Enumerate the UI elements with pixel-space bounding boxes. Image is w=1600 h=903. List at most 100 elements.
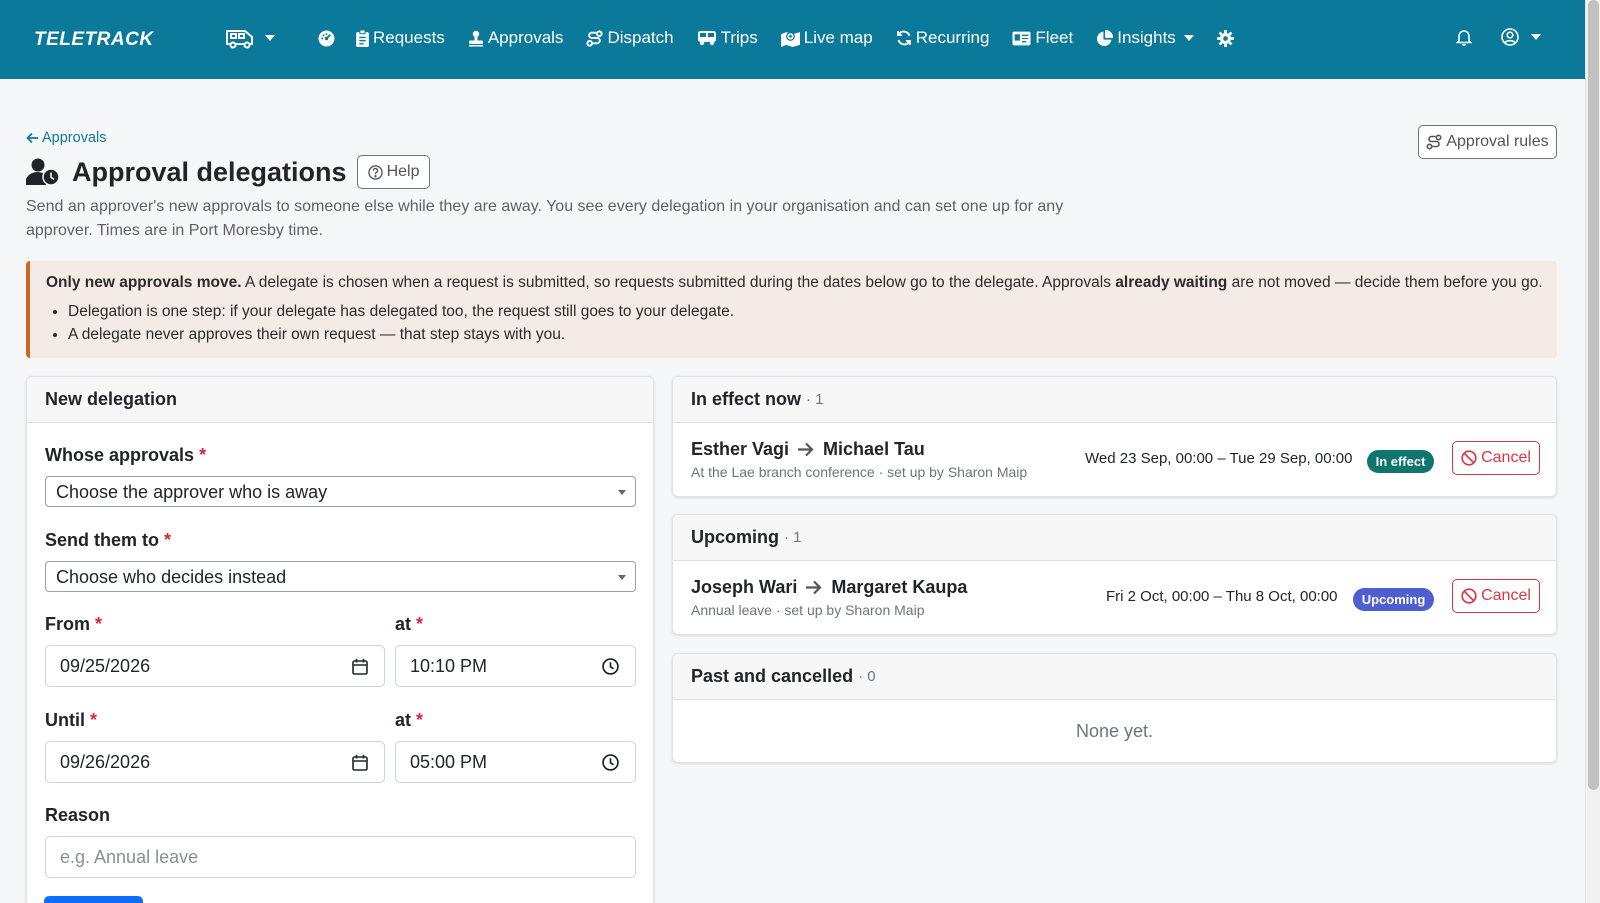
section-title: Upcoming — [691, 527, 779, 547]
route-icon — [1426, 134, 1442, 150]
help-label: Help — [386, 163, 420, 180]
back-to-approvals-link[interactable]: Approvals — [26, 130, 106, 146]
delegation-names: Esther Vagi Michael Tau — [691, 439, 925, 460]
nav-label: Live map — [803, 28, 873, 47]
cancel-delegation-button[interactable]: Cancel — [1452, 441, 1540, 475]
page-title: Approval delegations — [72, 156, 347, 187]
nav-dispatch[interactable]: Dispatch — [586, 28, 674, 48]
label-text: Until — [45, 710, 85, 730]
page-title-row: Approval delegations Help — [26, 155, 431, 189]
select-placeholder: Choose who decides instead — [56, 567, 287, 587]
nav-fleet[interactable]: Fleet — [1012, 28, 1073, 48]
nav-trips[interactable]: Trips — [697, 28, 758, 48]
vehicle-switcher[interactable] — [225, 27, 275, 49]
user-circle-icon — [1501, 28, 1519, 46]
clipboard-icon — [356, 29, 369, 47]
reason-input[interactable]: e.g. Annual leave — [45, 836, 636, 878]
from-date-input[interactable]: 09/25/2026 — [45, 645, 385, 687]
input-value: 05:00 PM — [410, 752, 488, 772]
past-card: Past and cancelled · 0 None yet. — [672, 653, 1557, 763]
status-badge: Upcoming — [1353, 588, 1434, 611]
approval-rules-button[interactable]: Approval rules — [1418, 125, 1557, 159]
help-button[interactable]: Help — [356, 155, 431, 189]
alert-lead-text: A delegate is chosen when a request is s… — [241, 274, 1116, 291]
arrow-left-icon — [26, 132, 39, 144]
in-effect-header: In effect now · 1 — [673, 377, 1556, 423]
stamp-icon — [468, 30, 484, 47]
required-mark: * — [416, 710, 424, 730]
select-placeholder: Choose the approver who is away — [56, 482, 328, 502]
nav-label: Requests — [373, 28, 445, 47]
nav-requests[interactable]: Requests — [356, 28, 445, 48]
nav-insights[interactable]: Insights — [1096, 28, 1194, 48]
bell-icon — [1456, 28, 1472, 46]
nav-label: Insights — [1117, 28, 1176, 47]
back-link-label: Approvals — [42, 130, 107, 146]
id-card-icon — [1012, 31, 1031, 46]
calendar-icon[interactable] — [352, 658, 368, 675]
new-delegation-header: New delegation — [27, 377, 653, 423]
brand-logo[interactable]: TELETRACK — [34, 29, 154, 51]
nav-live-map[interactable]: Live map — [780, 28, 873, 48]
nav-label: Recurring — [915, 28, 990, 47]
clock-icon[interactable] — [602, 754, 619, 771]
required-mark: * — [416, 614, 424, 634]
page-scrollbar[interactable] — [1585, 0, 1600, 903]
upcoming-header: Upcoming · 1 — [673, 515, 1556, 561]
until-time-input[interactable]: 05:00 PM — [395, 741, 636, 783]
nav-dashboard[interactable] — [318, 30, 335, 47]
bus-icon — [697, 30, 717, 46]
submit-button[interactable] — [44, 896, 143, 903]
nav-settings[interactable] — [1216, 29, 1234, 47]
van-icon — [225, 27, 255, 49]
main-nav: Requests Approvals Dispatch Trips Live m… — [318, 28, 1255, 48]
until-time-label: at * — [395, 710, 423, 731]
cancel-delegation-button[interactable]: Cancel — [1452, 579, 1540, 613]
alert-bullet: A delegate never approves their own requ… — [68, 323, 1557, 346]
question-circle-icon — [367, 164, 383, 180]
section-count: · 1 — [806, 391, 824, 408]
from-time-input[interactable]: 10:10 PM — [395, 645, 636, 687]
alert-bullets: Delegation is one step: if your delegate… — [46, 300, 1557, 346]
required-mark: * — [199, 445, 207, 465]
arrow-right-icon — [797, 442, 815, 457]
chevron-down-icon — [1183, 35, 1194, 41]
delegator-name: Joseph Wari — [691, 577, 798, 597]
chevron-down-icon — [1531, 34, 1541, 40]
pie-chart-icon — [1096, 29, 1114, 47]
calendar-icon[interactable] — [352, 754, 368, 771]
nav-recurring[interactable]: Recurring — [896, 28, 990, 48]
label-text: at — [395, 614, 412, 634]
label-text: Whose approvals — [45, 445, 195, 465]
delegate-name: Michael Tau — [823, 439, 925, 459]
nav-label: Trips — [720, 28, 758, 47]
chevron-down-icon — [265, 35, 275, 41]
nav-label: Approvals — [487, 28, 564, 47]
user-menu[interactable] — [1501, 28, 1541, 46]
required-mark: * — [90, 710, 98, 730]
clock-icon[interactable] — [602, 658, 619, 675]
alert-mid-bold: already waiting — [1115, 274, 1228, 291]
until-date-input[interactable]: 09/26/2026 — [45, 741, 385, 783]
alert-lead: Only new approvals move. A delegate is c… — [46, 273, 1557, 293]
delegation-subline: At the Lae branch conference · set up by… — [691, 464, 1028, 480]
repeat-icon — [896, 30, 912, 46]
from-label: From * — [45, 614, 102, 635]
approval-rules-label: Approval rules — [1446, 133, 1549, 150]
send-them-to-select[interactable]: Choose who decides instead — [45, 561, 636, 592]
section-count: · 0 — [858, 668, 876, 685]
input-value: 09/25/2026 — [60, 656, 151, 676]
whose-approvals-select[interactable]: Choose the approver who is away — [45, 476, 636, 507]
map-icon — [780, 30, 800, 47]
label-text: From — [45, 614, 90, 634]
user-clock-icon — [26, 158, 60, 186]
section-title: Past and cancelled — [691, 666, 854, 686]
arrow-right-icon — [805, 580, 823, 595]
cancel-label: Cancel — [1481, 449, 1531, 466]
section-title: In effect now — [691, 389, 802, 409]
notifications-button[interactable] — [1456, 28, 1472, 46]
in-effect-card: In effect now · 1 Esther Vagi Michael Ta… — [672, 376, 1557, 497]
nav-approvals[interactable]: Approvals — [468, 28, 564, 48]
past-header: Past and cancelled · 0 — [673, 654, 1556, 700]
scrollbar-thumb[interactable] — [1588, 0, 1599, 790]
